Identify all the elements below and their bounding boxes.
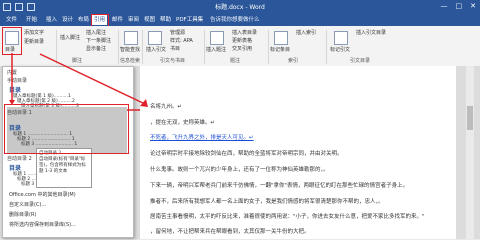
arrow-line [39,53,146,105]
annotation-arrows [9,53,148,111]
arrow-head [9,100,15,105]
